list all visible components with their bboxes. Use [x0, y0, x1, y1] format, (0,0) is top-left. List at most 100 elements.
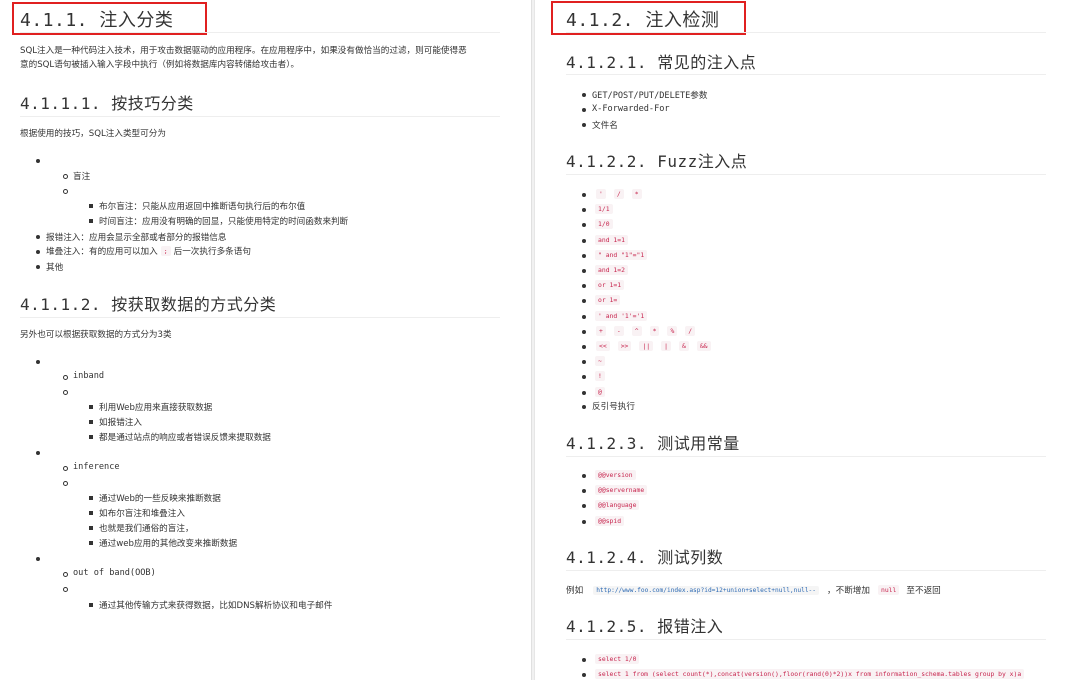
bullet: [63, 481, 68, 486]
fuzz-code: *: [649, 325, 660, 336]
fuzz-item: !: [592, 371, 608, 382]
fuzz-code: /: [613, 189, 624, 199]
bullet: [582, 314, 586, 319]
heading-rule: [566, 174, 1046, 175]
column-text-mid: ，不断增加: [827, 586, 870, 596]
bullet: [36, 159, 40, 163]
fuzz-code: &: [678, 341, 689, 351]
bullet: [89, 603, 93, 607]
inject-point: 文件名: [592, 121, 618, 131]
fuzz-item: and 1=1: [592, 234, 631, 245]
inject-point: X-Forwarded-For: [592, 104, 670, 114]
bullet: [582, 284, 586, 289]
fuzz-code: %: [667, 325, 678, 336]
bullet: [89, 511, 93, 515]
error-code: select 1/0: [595, 654, 640, 664]
bullet: [582, 108, 586, 112]
constant-code: @@version: [595, 470, 636, 480]
inference-item: 也就是我们通俗的盲注，: [99, 524, 194, 534]
constant-code: @@spid: [595, 516, 625, 526]
constant-item: @@servername: [592, 485, 650, 495]
constant-item: @@spid: [592, 516, 627, 526]
heading-rule: [566, 32, 1046, 33]
fuzz-code: or 1=: [595, 295, 621, 306]
fuzz-backtick: 反引号执行: [592, 402, 635, 412]
bullet: [89, 204, 93, 208]
heading-rule: [566, 456, 1046, 457]
bullet: [63, 466, 68, 471]
list-item-inference: inference: [73, 462, 120, 472]
bullet: [582, 208, 586, 213]
bullet: [63, 375, 68, 380]
fuzz-code: ||: [639, 341, 654, 351]
bullet: [36, 250, 40, 254]
bullet: [36, 557, 40, 561]
bullet: [89, 526, 93, 530]
heading-rule: [20, 32, 500, 33]
bullet: [582, 238, 586, 243]
fuzz-item: or 1=1: [592, 280, 627, 291]
left-page: 4.1.1. 注入分类 SQL注入是一种代码注入技术，用于攻击数据驱动的应用程序…: [0, 0, 531, 680]
constant-code: @@language: [595, 500, 640, 510]
fuzz-code: ': [596, 189, 606, 199]
bullet: [582, 504, 586, 508]
fuzz-code: and 1=2: [595, 265, 628, 275]
stacked-text-pre: 堆叠注入：有的应用可以加入: [46, 247, 158, 257]
bullet: [36, 451, 40, 455]
inband-item: 如报错注入: [99, 418, 142, 428]
bullet: [63, 587, 68, 592]
bullet: [36, 235, 40, 239]
bullet: [63, 572, 68, 577]
bullet: [89, 219, 93, 223]
fuzz-code: +: [596, 325, 606, 336]
technique-intro: 根据使用的技巧，SQL注入类型可分为: [20, 129, 166, 139]
bullet: [582, 223, 586, 228]
fuzz-code: " and "1"="1: [595, 249, 648, 260]
list-item-oob: out of band(OOB): [73, 568, 156, 578]
bullet: [582, 345, 586, 349]
bullet: [36, 360, 40, 364]
bullet: [89, 420, 93, 424]
fuzz-code: 1/0: [595, 219, 613, 230]
inject-point: GET/POST/PUT/DELETE参数: [592, 91, 708, 101]
constant-item: @@version: [592, 470, 639, 480]
heading-4-1-2-5: 4.1.2.5. 报错注入: [566, 617, 724, 636]
fuzz-code: ' and '1'='1: [595, 310, 648, 321]
fuzz-code: -: [613, 325, 624, 336]
right-page: 4.1.2. 注入检测 4.1.2.1. 常见的注入点 GET/POST/PUT…: [535, 0, 1080, 680]
fuzz-code: *: [631, 189, 642, 199]
fuzz-code: or 1=1: [595, 280, 625, 291]
inference-item: 通过web应用的其他改变来推断数据: [99, 539, 238, 549]
heading-4-1-2-4: 4.1.2.4. 测试列数: [566, 548, 724, 567]
fuzz-code: &&: [696, 341, 711, 351]
fuzz-item: ' / *: [592, 189, 646, 199]
fuzz-code: ^: [631, 325, 642, 336]
fuzz-item: or 1=: [592, 295, 623, 306]
fuzz-code: !: [595, 371, 605, 382]
bullet: [582, 375, 586, 380]
constant-item: @@language: [592, 500, 642, 510]
bullet: [582, 253, 586, 258]
bullet: [582, 299, 586, 304]
constant-code: @@servername: [595, 485, 648, 495]
list-item-stacked: 堆叠注入：有的应用可以加入 ; 后一次执行多条语句: [46, 245, 251, 257]
bullet: [582, 390, 586, 395]
heading-4-1-1-2: 4.1.1.2. 按获取数据的方式分类: [20, 295, 277, 314]
bullet: [89, 435, 93, 439]
fuzz-code: <<: [596, 341, 610, 351]
bullet: [89, 405, 93, 409]
fuzz-code: @: [595, 386, 605, 397]
fuzz-item: + - ^ *% /: [592, 325, 699, 336]
list-item-bool-blind: 布尔盲注：只能从应用返回中推断语句执行后的布尔值: [99, 202, 306, 212]
bullet: [89, 541, 93, 545]
heading-rule: [20, 317, 500, 318]
heading-4-1-2: 4.1.2. 注入检测: [566, 10, 720, 31]
data-intro: 另外也可以根据获取数据的方式分为3类: [20, 330, 172, 340]
fuzz-item: 1/0: [592, 219, 616, 230]
stacked-code: ;: [160, 246, 171, 256]
bullet: [582, 405, 586, 409]
inband-item: 都是通过站点的响应或者错误反馈来提取数据: [99, 433, 271, 443]
bullet: [582, 520, 586, 524]
list-item-error: 报错注入：应用会显示全部或者部分的报错信息: [46, 233, 227, 243]
column-test-line: 例如 http://www.foo.com/index.asp?id=12+un…: [566, 584, 941, 596]
